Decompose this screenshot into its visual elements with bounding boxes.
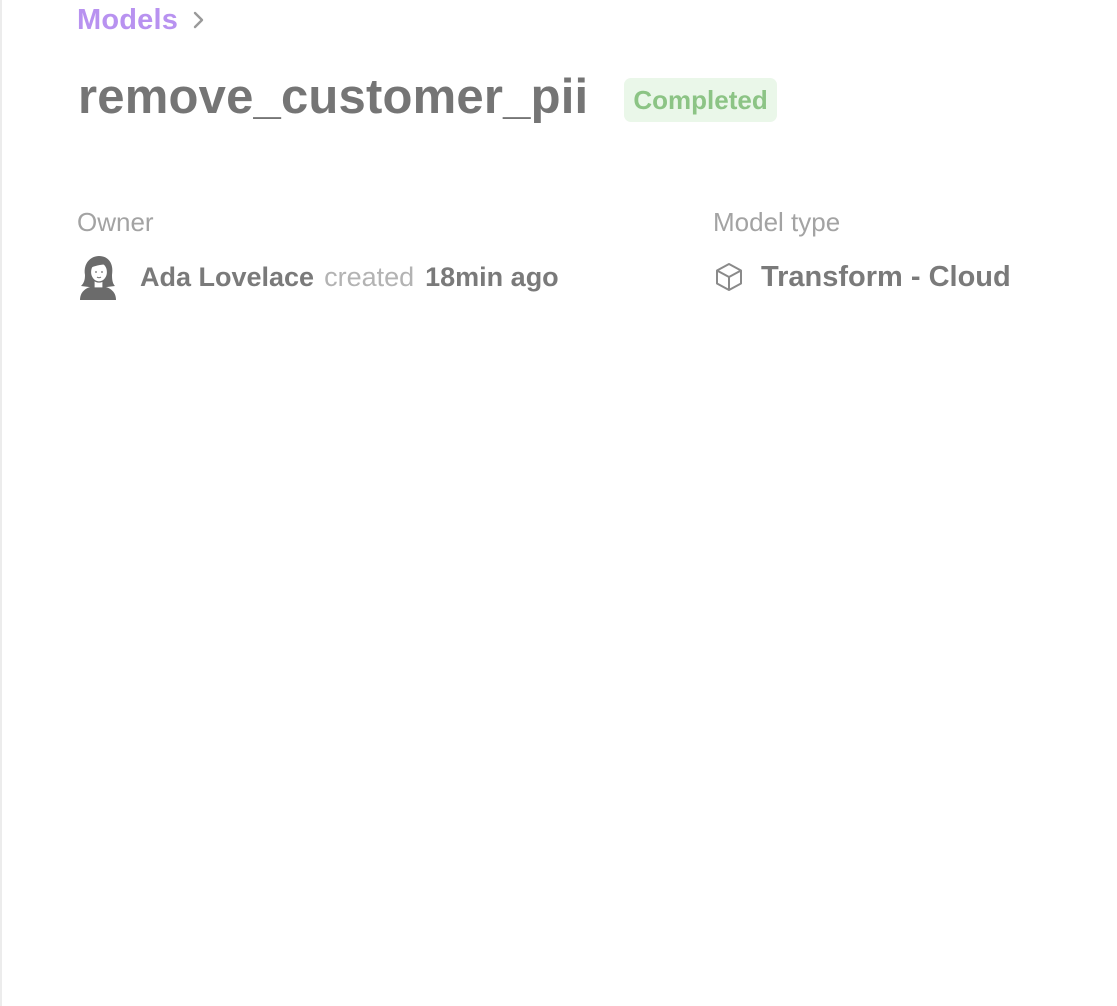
title-row: remove_customer_pii Completed — [78, 66, 777, 128]
chevron-right-icon — [192, 9, 206, 31]
model-type-label: Model type — [713, 207, 841, 237]
owner-name[interactable]: Ada Lovelace — [140, 262, 314, 293]
user-avatar-icon — [77, 253, 121, 301]
model-type-value: Transform - Cloud — [761, 260, 1011, 293]
page-title: remove_customer_pii — [78, 70, 589, 124]
created-word: created — [324, 261, 415, 292]
status-badge: Completed — [624, 78, 777, 122]
breadcrumb-models-link[interactable]: Models — [77, 4, 178, 37]
model-detail-page: Models remove_customer_pii Completed Own… — [0, 0, 1117, 1006]
model-type-value-row: Transform - Cloud — [713, 253, 1011, 301]
created-time: 18min ago — [425, 261, 559, 292]
owner-label: Owner — [77, 207, 154, 237]
model-type-section: Model type Transform - Cloud — [713, 205, 1011, 301]
owner-value-row: Ada Lovelace created 18min ago — [77, 253, 559, 301]
cube-icon — [713, 261, 745, 293]
breadcrumb: Models — [77, 2, 206, 38]
owner-section: Owner Ada Lovelace created 18min ago — [77, 205, 559, 301]
